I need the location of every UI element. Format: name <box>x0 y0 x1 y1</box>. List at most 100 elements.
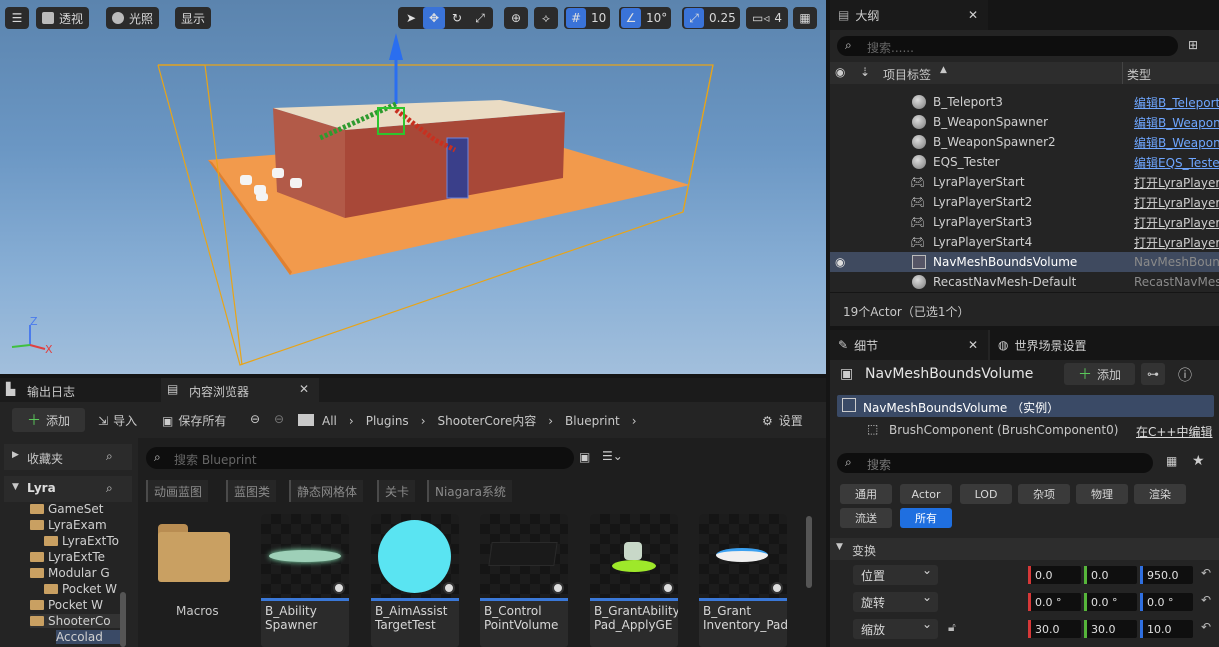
back-icon[interactable]: ⊖ <box>250 412 260 426</box>
filter-general[interactable]: 通用 <box>840 484 892 504</box>
output-log-tab[interactable]: ▙ 输出日志 <box>0 378 160 402</box>
breadcrumb-plugins[interactable]: Plugins <box>366 414 409 428</box>
row-type-link[interactable]: 编辑B_WeaponSpawner <box>1134 114 1219 131</box>
root-header[interactable]: ▼ Lyra ⌕ <box>4 476 132 502</box>
row-type-link[interactable]: 编辑EQS_Tester <box>1134 154 1219 171</box>
row-type-link[interactable]: 打开LyraPlayerStart <box>1134 214 1219 231</box>
filter-lod[interactable]: LOD <box>960 484 1012 504</box>
tree-folder[interactable]: LyraExam <box>30 518 107 532</box>
edit-cpp-link[interactable]: 在C++中编辑 <box>1136 423 1213 440</box>
filter-rendering[interactable]: 渲染 <box>1134 484 1186 504</box>
tree-folder[interactable]: LyraExtTe <box>30 550 105 564</box>
folder-icon[interactable] <box>298 414 314 426</box>
filter-misc[interactable]: 杂项 <box>1018 484 1070 504</box>
maximize-viewport-button[interactable]: ▦ <box>793 7 817 29</box>
add-component-button[interactable]: ＋ 添加 <box>1064 363 1135 385</box>
col-type-header[interactable]: 类型 <box>1127 66 1151 83</box>
filter-static-mesh[interactable]: 静态网格体 <box>289 480 364 502</box>
select-tool-button[interactable]: ➤ <box>400 7 422 29</box>
close-icon[interactable]: ✕ <box>968 8 978 22</box>
import-button[interactable]: ⇲ 导入 <box>98 412 137 429</box>
tree-scrollbar[interactable] <box>120 592 126 647</box>
camera-speed-button[interactable]: ▭◃ 4 <box>746 7 789 29</box>
eye-icon[interactable]: ◉ <box>835 255 845 269</box>
outliner-row[interactable]: B_WeaponSpawner 编辑B_WeaponSpawner <box>830 112 1219 132</box>
reset-rotation-icon[interactable]: ↶ <box>1201 593 1211 607</box>
col-label-header[interactable]: 项目标签 <box>883 66 931 83</box>
surface-snap-button[interactable]: ⟡ <box>534 7 558 29</box>
level-viewport[interactable]: Z X ☰ 透视 光照 显示 ➤ ✥ ↻ ⤢ ⊕ ⟡ # 10 ∠ 10° ⤢ … <box>0 0 826 374</box>
move-tool-button[interactable]: ✥ <box>423 7 445 29</box>
component-row[interactable]: ⬚ BrushComponent (BrushComponent0) 在C++中… <box>837 419 1214 441</box>
folder-tile-macros[interactable]: Macros <box>152 514 240 647</box>
scale-snap-button[interactable]: ⤢ 0.25 <box>682 7 740 29</box>
scale-dropdown[interactable]: 缩放 <box>853 617 938 639</box>
filter-streaming[interactable]: 流送 <box>840 508 892 528</box>
asset-tile[interactable]: B_Ability Spawner <box>261 514 349 647</box>
filter-anim-blueprint[interactable]: 动画蓝图 <box>146 480 209 502</box>
favorites-header[interactable]: ▶ 收藏夹 ⌕ <box>4 444 132 470</box>
lock-icon[interactable]: 🔓︎ <box>948 620 956 635</box>
rotation-y-field[interactable]: 0.0 ° <box>1084 593 1137 611</box>
viewport-menu-button[interactable]: ☰ <box>5 7 29 29</box>
outliner-row-selected[interactable]: ◉ NavMeshBoundsVolume NavMeshBoundsVolum… <box>830 252 1219 272</box>
reset-location-icon[interactable]: ↶ <box>1201 566 1211 580</box>
world-settings-tab[interactable]: ◍ 世界场景设置 <box>990 330 1219 360</box>
world-local-button[interactable]: ⊕ <box>504 7 528 29</box>
tree-folder[interactable]: LyraExtTo <box>44 534 119 548</box>
actor-name[interactable]: NavMeshBoundsVolume <box>865 366 1033 382</box>
rotation-z-field[interactable]: 0.0 ° <box>1140 593 1193 611</box>
table-view-icon[interactable]: ▦ <box>1166 454 1177 468</box>
rotate-tool-button[interactable]: ↻ <box>446 7 468 29</box>
outliner-row[interactable]: EQS_Tester 编辑EQS_Tester <box>830 152 1219 172</box>
rotation-dropdown[interactable]: 旋转 <box>853 590 938 612</box>
search-icon[interactable]: ⌕ <box>106 449 113 464</box>
close-icon[interactable]: ✕ <box>968 338 978 352</box>
breadcrumb-blueprint[interactable]: Blueprint <box>565 414 620 428</box>
content-browser-tab[interactable]: ▤ 内容浏览器 ✕ <box>161 378 319 402</box>
filter-level[interactable]: 关卡 <box>377 480 416 502</box>
forward-icon[interactable]: ⊖ <box>274 412 284 426</box>
location-dropdown[interactable]: 位置 <box>853 563 938 585</box>
reset-scale-icon[interactable]: ↶ <box>1201 620 1211 634</box>
breadcrumb-all[interactable]: All <box>322 414 337 428</box>
transform-section-header[interactable]: ▼ 变换 <box>830 538 1219 560</box>
outliner-row[interactable]: 🎮︎ LyraPlayerStart3 打开LyraPlayerStart <box>830 212 1219 232</box>
help-icon[interactable]: ⓘ <box>1178 365 1192 385</box>
content-scrollbar[interactable] <box>806 516 812 588</box>
scale-y-field[interactable]: 30.0 <box>1084 620 1137 638</box>
tree-folder[interactable]: Pocket W <box>30 598 103 612</box>
tree-folder[interactable]: Accolad <box>56 630 120 644</box>
filter-physics[interactable]: 物理 <box>1076 484 1128 504</box>
outliner-row[interactable]: 🎮︎ LyraPlayerStart 打开LyraPlayerStart <box>830 172 1219 192</box>
tree-folder[interactable]: GameSet <box>30 502 103 516</box>
settings-button[interactable]: ⚙ 设置 <box>762 412 803 429</box>
search-icon[interactable]: ⌕ <box>106 481 113 496</box>
close-icon[interactable]: ✕ <box>299 382 309 396</box>
asset-tile[interactable]: B_AimAssist TargetTest <box>371 514 459 647</box>
location-z-field[interactable]: 950.0 <box>1140 566 1193 584</box>
show-button[interactable]: 显示 <box>175 7 212 29</box>
outliner-row[interactable]: 🎮︎ LyraPlayerStart4 打开LyraPlayerStart <box>830 232 1219 252</box>
rotation-x-field[interactable]: 0.0 ° <box>1028 593 1081 611</box>
outliner-row[interactable]: RecastNavMesh-Default RecastNavMesh <box>830 272 1219 292</box>
scale-z-field[interactable]: 10.0 <box>1140 620 1193 638</box>
filter-niagara[interactable]: Niagara系统 <box>427 480 512 502</box>
asset-tile[interactable]: B_GrantAbility Pad_ApplyGE <box>590 514 678 647</box>
save-search-icon[interactable]: ▣ <box>579 450 590 464</box>
filter-blueprint-class[interactable]: 蓝图类 <box>226 480 277 502</box>
scale-x-field[interactable]: 30.0 <box>1028 620 1081 638</box>
content-search-input[interactable]: ⌕ 搜索 Blueprint <box>146 447 574 469</box>
details-tab[interactable]: ✎ 细节 ✕ <box>830 330 988 360</box>
add-button[interactable]: ＋ 添加 <box>12 408 85 432</box>
star-icon[interactable]: ★ <box>1192 453 1205 469</box>
scale-tool-button[interactable]: ⤢ <box>469 7 491 29</box>
perspective-button[interactable]: 透视 <box>36 7 90 29</box>
save-all-button[interactable]: ▣ 保存所有 <box>162 412 226 429</box>
instance-row[interactable]: NavMeshBoundsVolume （实例） <box>837 395 1214 417</box>
outliner-row[interactable]: B_Teleport3 编辑B_Teleport3 <box>830 92 1219 112</box>
row-type-link[interactable]: 打开LyraPlayerStart <box>1134 194 1219 211</box>
location-y-field[interactable]: 0.0 <box>1084 566 1137 584</box>
add-folder-icon[interactable]: ⊞ <box>1188 38 1198 52</box>
row-type-link[interactable]: 打开LyraPlayerStart <box>1134 234 1219 251</box>
